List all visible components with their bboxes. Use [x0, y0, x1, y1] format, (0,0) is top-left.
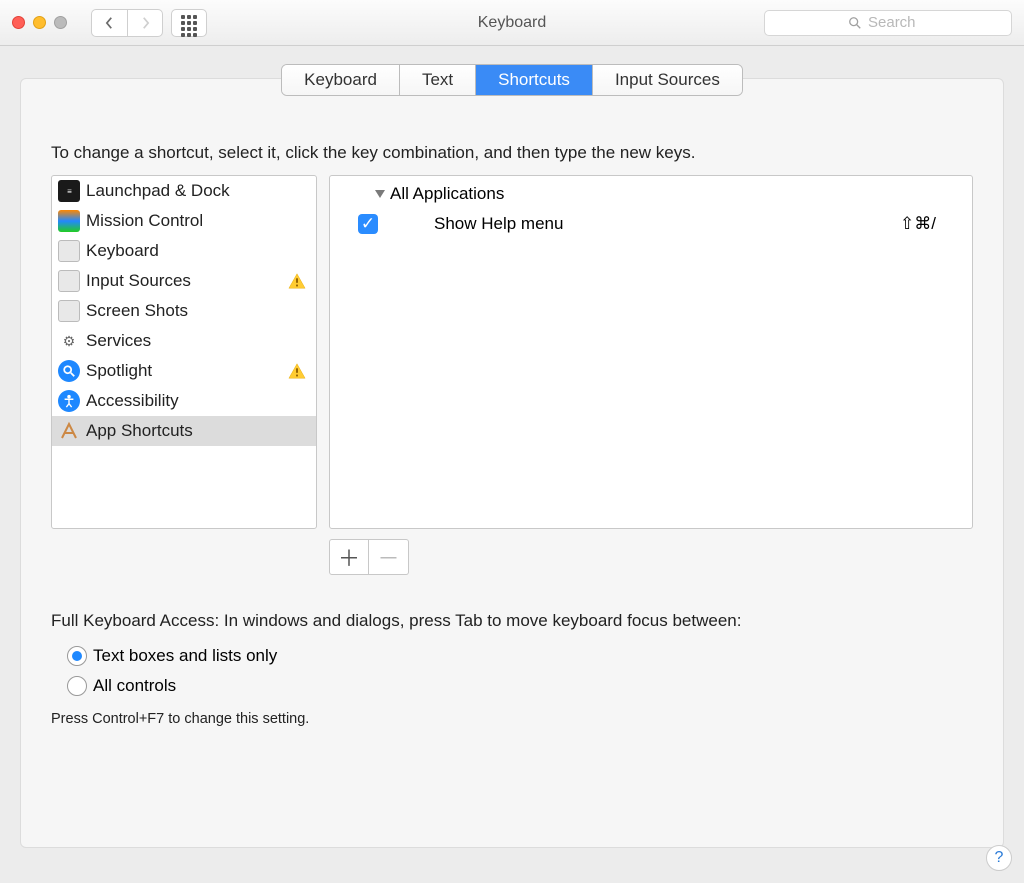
- search-input[interactable]: [868, 14, 928, 31]
- nav-buttons: [91, 9, 163, 37]
- tabs-container: KeyboardTextShortcutsInput Sources: [51, 64, 973, 96]
- category-accessibility[interactable]: Accessibility: [52, 386, 316, 416]
- tabbar: KeyboardTextShortcutsInput Sources: [281, 64, 743, 96]
- titlebar: Keyboard: [0, 0, 1024, 46]
- accessibility-icon: [58, 390, 80, 412]
- category-label: Mission Control: [86, 211, 203, 231]
- close-window-button[interactable]: [12, 16, 25, 29]
- tab-keyboard[interactable]: Keyboard: [282, 65, 400, 95]
- category-label: Launchpad & Dock: [86, 181, 230, 201]
- help-button[interactable]: ?: [986, 845, 1012, 871]
- warning-icon: [288, 362, 306, 380]
- full-keyboard-access-radiogroup: Text boxes and lists only All controls: [67, 641, 973, 701]
- category-input-sources[interactable]: Input Sources: [52, 266, 316, 296]
- minimize-window-button[interactable]: [33, 16, 46, 29]
- remove-shortcut-button[interactable]: －: [369, 539, 409, 575]
- category-label: Accessibility: [86, 391, 179, 411]
- shortcut-group-row[interactable]: All Applications: [338, 180, 964, 208]
- search-icon: [848, 16, 862, 30]
- traffic-lights: [12, 16, 67, 29]
- instructions-text: To change a shortcut, select it, click t…: [51, 143, 973, 163]
- screenshots-icon: [58, 300, 80, 322]
- category-label: Screen Shots: [86, 301, 188, 321]
- category-label: Services: [86, 331, 151, 351]
- category-mission-control[interactable]: Mission Control: [52, 206, 316, 236]
- services-icon: ⚙︎: [58, 330, 80, 352]
- shortcut-group-label: All Applications: [390, 184, 504, 204]
- shortcut-label: Show Help menu: [434, 214, 563, 234]
- category-keyboard[interactable]: Keyboard: [52, 236, 316, 266]
- tab-shortcuts[interactable]: Shortcuts: [476, 65, 593, 95]
- full-keyboard-access-heading: Full Keyboard Access: In windows and dia…: [51, 611, 973, 631]
- radio-label: Text boxes and lists only: [93, 646, 277, 666]
- category-label: Input Sources: [86, 271, 191, 291]
- full-keyboard-access-hint: Press Control+F7 to change this setting.: [51, 711, 973, 727]
- app-shortcuts-icon: [58, 420, 80, 442]
- radio-label: All controls: [93, 676, 176, 696]
- show-all-button[interactable]: [171, 9, 207, 37]
- shortcut-keys[interactable]: ⇧⌘/: [900, 214, 936, 234]
- forward-button[interactable]: [127, 9, 163, 37]
- lists-container: ≡ Launchpad & Dock Mission Control Keyboard…: [51, 175, 973, 529]
- category-list[interactable]: ≡ Launchpad & Dock Mission Control Keyboard…: [51, 175, 317, 529]
- back-button[interactable]: [91, 9, 127, 37]
- radio-button[interactable]: [67, 676, 87, 696]
- category-label: App Shortcuts: [86, 421, 193, 441]
- shortcut-row[interactable]: ✓ Show Help menu ⇧⌘/: [338, 208, 964, 240]
- zoom-window-button[interactable]: [54, 16, 67, 29]
- add-remove-buttons: ＋ －: [329, 539, 973, 575]
- content-area: KeyboardTextShortcutsInput Sources To ch…: [0, 46, 1024, 883]
- preferences-window: Keyboard KeyboardTextShortcutsInput Sour…: [0, 0, 1024, 883]
- shortcut-list[interactable]: All Applications ✓ Show Help menu ⇧⌘/: [329, 175, 973, 529]
- tab-text[interactable]: Text: [400, 65, 476, 95]
- category-label: Spotlight: [86, 361, 152, 381]
- shortcut-checkbox[interactable]: ✓: [358, 214, 378, 234]
- disclosure-triangle-icon: [374, 188, 386, 200]
- launchpad-icon: ≡: [58, 180, 80, 202]
- search-field[interactable]: [764, 10, 1012, 36]
- category-services[interactable]: ⚙︎ Services: [52, 326, 316, 356]
- radio-option-text-boxes-and-lists-only[interactable]: Text boxes and lists only: [67, 641, 973, 671]
- main-panel: KeyboardTextShortcutsInput Sources To ch…: [20, 78, 1004, 848]
- category-screen-shots[interactable]: Screen Shots: [52, 296, 316, 326]
- category-spotlight[interactable]: Spotlight: [52, 356, 316, 386]
- add-shortcut-button[interactable]: ＋: [329, 539, 369, 575]
- category-label: Keyboard: [86, 241, 159, 261]
- radio-button[interactable]: [67, 646, 87, 666]
- keyboard-icon: [58, 240, 80, 262]
- category-launchpad-dock[interactable]: ≡ Launchpad & Dock: [52, 176, 316, 206]
- category-app-shortcuts[interactable]: App Shortcuts: [52, 416, 316, 446]
- radio-option-all-controls[interactable]: All controls: [67, 671, 973, 701]
- spotlight-icon: [58, 360, 80, 382]
- tab-input-sources[interactable]: Input Sources: [593, 65, 742, 95]
- mission-control-icon: [58, 210, 80, 232]
- warning-icon: [288, 272, 306, 290]
- input-sources-icon: [58, 270, 80, 292]
